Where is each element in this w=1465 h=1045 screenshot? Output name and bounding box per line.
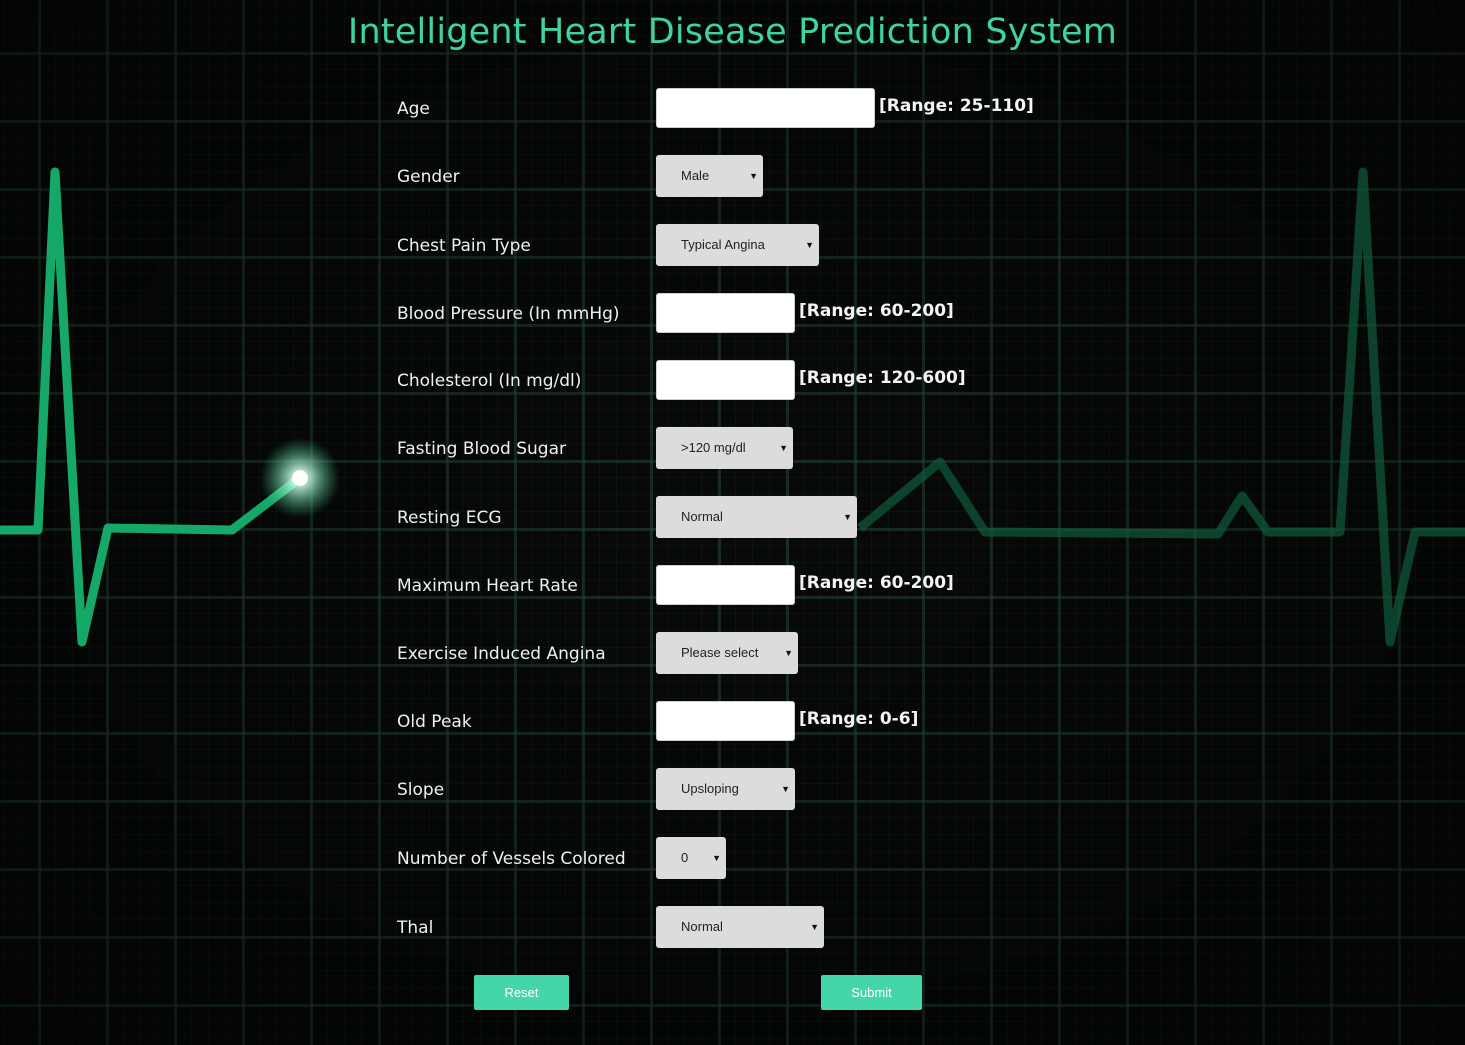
caret-down-icon: ▼	[805, 240, 814, 250]
max-heart-rate-input[interactable]	[656, 565, 795, 605]
fasting-sugar-select[interactable]: >120 mg/dl ▼	[656, 427, 793, 469]
age-range-hint: [Range: 25-110]	[879, 96, 1034, 116]
old-peak-input[interactable]	[656, 701, 795, 741]
chest-pain-select[interactable]: Typical Angina ▼	[656, 224, 819, 266]
age-label: Age	[397, 99, 430, 119]
chest-pain-label: Chest Pain Type	[397, 236, 531, 256]
caret-down-icon: ▼	[749, 171, 758, 181]
old-peak-label: Old Peak	[397, 712, 472, 732]
exercise-angina-label: Exercise Induced Angina	[397, 644, 606, 664]
gender-select[interactable]: Male ▼	[656, 155, 763, 197]
vessels-selected-value: 0	[681, 850, 689, 865]
caret-down-icon: ▼	[810, 922, 819, 932]
resting-ecg-label: Resting ECG	[397, 508, 502, 528]
slope-select[interactable]: Upsloping ▼	[656, 768, 795, 810]
caret-down-icon: ▼	[843, 512, 852, 522]
resting-ecg-selected-value: Normal	[681, 509, 723, 524]
max-heart-rate-range-hint: [Range: 60-200]	[799, 573, 954, 593]
exercise-angina-select[interactable]: Please select ▼	[656, 632, 798, 674]
blood-pressure-input[interactable]	[656, 293, 795, 333]
cholesterol-label: Cholesterol (In mg/dl)	[397, 371, 582, 391]
submit-button[interactable]: Submit	[821, 975, 922, 1010]
exercise-angina-selected-value: Please select	[681, 645, 759, 660]
old-peak-range-hint: [Range: 0-6]	[799, 709, 919, 729]
thal-label: Thal	[397, 918, 434, 938]
gender-label: Gender	[397, 167, 460, 187]
slope-label: Slope	[397, 780, 445, 800]
gender-selected-value: Male	[681, 168, 710, 183]
caret-down-icon: ▼	[779, 443, 788, 453]
fasting-sugar-selected-value: >120 mg/dl	[681, 440, 746, 455]
caret-down-icon: ▼	[712, 853, 721, 863]
blood-pressure-range-hint: [Range: 60-200]	[799, 301, 954, 321]
thal-selected-value: Normal	[681, 919, 723, 934]
max-heart-rate-label: Maximum Heart Rate	[397, 576, 578, 596]
vessels-label: Number of Vessels Colored	[397, 849, 626, 869]
page-title: Intelligent Heart Disease Prediction Sys…	[347, 12, 1118, 52]
caret-down-icon: ▼	[784, 648, 793, 658]
slope-selected-value: Upsloping	[681, 781, 739, 796]
thal-select[interactable]: Normal ▼	[656, 906, 824, 948]
fasting-sugar-label: Fasting Blood Sugar	[397, 439, 566, 459]
vessels-select[interactable]: 0 ▼	[656, 837, 726, 879]
reset-button[interactable]: Reset	[474, 975, 569, 1010]
chest-pain-selected-value: Typical Angina	[681, 237, 765, 252]
resting-ecg-select[interactable]: Normal ▼	[656, 496, 857, 538]
cholesterol-range-hint: [Range: 120-600]	[799, 368, 966, 388]
age-input[interactable]	[656, 88, 875, 128]
caret-down-icon: ▼	[781, 784, 790, 794]
blood-pressure-label: Blood Pressure (In mmHg)	[397, 304, 620, 324]
cholesterol-input[interactable]	[656, 360, 795, 400]
